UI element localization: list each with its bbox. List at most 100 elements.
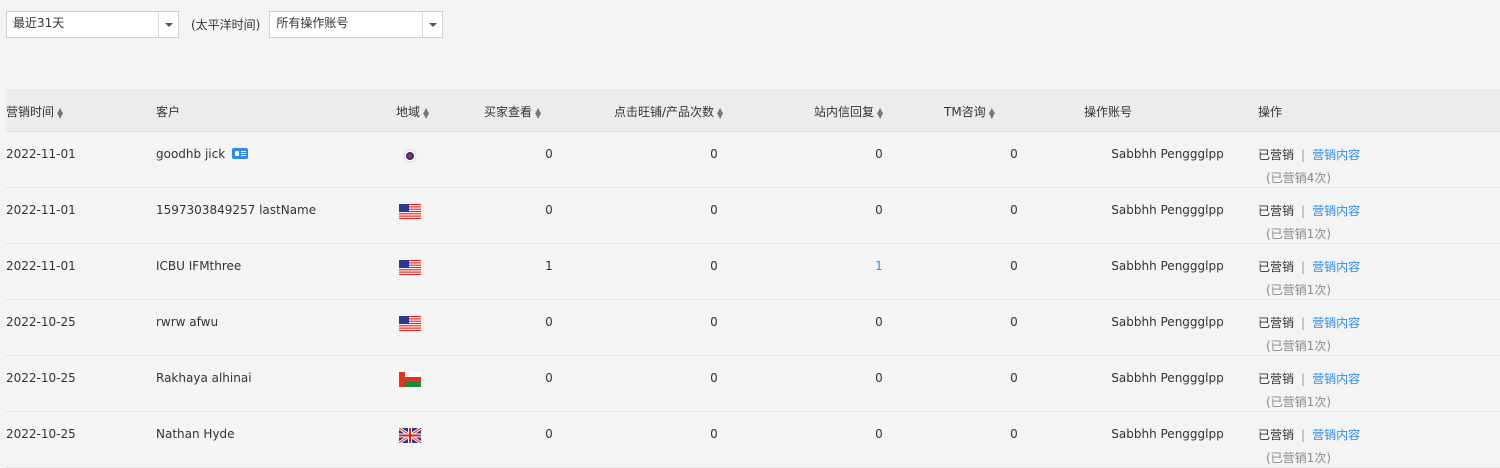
- table-row: 2022-11-01 1597303849257 lastName 0 0 0 …: [6, 187, 1500, 244]
- customer-name[interactable]: ICBU IFMthree: [156, 259, 241, 273]
- marketing-content-link[interactable]: 营销内容: [1312, 204, 1360, 218]
- col-header-customer: 客户: [156, 90, 396, 132]
- uk-flag-icon: [398, 426, 422, 445]
- status-label: 已营销: [1258, 372, 1295, 386]
- customer-name[interactable]: Rakhaya alhinai: [156, 371, 252, 385]
- replies-cell: 0: [875, 315, 883, 329]
- status-label: 已营销: [1258, 316, 1295, 330]
- account-cell: Sabbhh Penggglpp: [1111, 427, 1224, 441]
- marketing-table: 营销时间 ▲ ▼ 客户 地域 ▲ ▼ 买家查看 ▲ ▼ 点击旺铺/产品次数 ▲ ▼ 站内信回复 ▲…: [6, 90, 1500, 468]
- marketing-count: (已营销1次): [1266, 451, 1331, 465]
- date-range-select[interactable]: 最近31天: [6, 11, 179, 38]
- clicks-cell: 0: [710, 315, 718, 329]
- customer-name[interactable]: goodhb jick: [156, 147, 225, 161]
- col-header-replies[interactable]: 站内信回复 ▲ ▼: [814, 90, 944, 132]
- col-header-tm[interactable]: TM咨询 ▲ ▼: [944, 90, 1084, 132]
- tm-cell: 0: [1010, 315, 1018, 329]
- taiwan-flag-icon: [399, 148, 421, 163]
- separator: |: [1301, 428, 1306, 442]
- table-row: 2022-10-25 Rakhaya alhinai 0 0 0 0 Sabbh…: [6, 355, 1500, 412]
- marketing-content-link[interactable]: 营销内容: [1312, 260, 1360, 274]
- chevron-down-icon[interactable]: [422, 12, 442, 37]
- marketing-count: (已营销4次): [1266, 171, 1331, 185]
- separator: |: [1301, 260, 1306, 274]
- usa-flag-icon: [399, 204, 421, 219]
- col-header-clicks[interactable]: 点击旺铺/产品次数 ▲ ▼: [614, 90, 814, 132]
- customer-name[interactable]: rwrw afwu: [156, 315, 218, 329]
- replies-cell: 0: [875, 427, 883, 441]
- usa-flag-icon: [399, 316, 421, 331]
- separator: |: [1301, 316, 1306, 330]
- marketing-content-link[interactable]: 营销内容: [1312, 428, 1360, 442]
- marketing-count: (已营销1次): [1266, 395, 1331, 409]
- business-card-icon[interactable]: [232, 148, 249, 159]
- buyer-views-cell: 0: [545, 315, 553, 329]
- separator: |: [1301, 148, 1306, 162]
- marketing-count: (已营销1次): [1266, 339, 1331, 353]
- sort-icon[interactable]: ▲ ▼: [989, 107, 995, 120]
- clicks-cell: 0: [710, 427, 718, 441]
- col-header-time[interactable]: 营销时间 ▲ ▼: [6, 90, 156, 132]
- sort-icon[interactable]: ▲ ▼: [423, 107, 429, 120]
- marketing-count: (已营销1次): [1266, 283, 1331, 297]
- col-header-account: 操作账号: [1084, 90, 1251, 132]
- status-label: 已营销: [1258, 204, 1295, 218]
- clicks-cell: 0: [710, 259, 718, 273]
- replies-cell: 0: [875, 371, 883, 385]
- status-label: 已营销: [1258, 260, 1295, 274]
- filter-bar: 最近31天 (太平洋时间) 所有操作账号: [6, 11, 444, 38]
- account-cell: Sabbhh Penggglpp: [1111, 371, 1224, 385]
- time-cell: 2022-10-25: [6, 371, 76, 385]
- usa-flag-icon: [399, 260, 421, 275]
- time-cell: 2022-11-01: [6, 259, 76, 273]
- customer-name[interactable]: 1597303849257 lastName: [156, 203, 316, 217]
- tm-cell: 0: [1010, 203, 1018, 217]
- timezone-label: (太平洋时间): [191, 18, 261, 32]
- separator: |: [1301, 204, 1306, 218]
- chevron-down-icon[interactable]: [158, 12, 178, 37]
- tm-cell: 0: [1010, 259, 1018, 273]
- buyer-views-cell: 0: [545, 371, 553, 385]
- time-cell: 2022-10-25: [6, 315, 76, 329]
- tm-cell: 0: [1010, 371, 1018, 385]
- clicks-cell: 0: [710, 203, 718, 217]
- marketing-content-link[interactable]: 营销内容: [1312, 316, 1360, 330]
- account-select[interactable]: 所有操作账号: [269, 11, 444, 38]
- status-label: 已营销: [1258, 148, 1295, 162]
- time-cell: 2022-10-25: [6, 427, 76, 441]
- table-header-row: 营销时间 ▲ ▼ 客户 地域 ▲ ▼ 买家查看 ▲ ▼ 点击旺铺/产品次数 ▲ ▼ 站内信回复 ▲…: [6, 90, 1500, 132]
- tm-cell: 0: [1010, 427, 1018, 441]
- buyer-views-cell: 0: [545, 147, 553, 161]
- status-label: 已营销: [1258, 428, 1295, 442]
- oman-flag-icon: [399, 372, 421, 387]
- table-row: 2022-11-01 goodhb jick 0 0 0 0 Sabbhh Pe…: [6, 131, 1500, 188]
- sort-icon[interactable]: ▲ ▼: [717, 107, 723, 120]
- sort-icon[interactable]: ▲ ▼: [535, 107, 541, 120]
- sort-icon[interactable]: ▲ ▼: [57, 107, 63, 120]
- replies-cell[interactable]: 1: [814, 244, 944, 273]
- clicks-cell: 0: [710, 371, 718, 385]
- account-value: 所有操作账号: [276, 16, 349, 30]
- account-cell: Sabbhh Penggglpp: [1111, 315, 1224, 329]
- col-header-action: 操作: [1251, 90, 1500, 132]
- buyer-views-cell: 0: [545, 427, 553, 441]
- col-header-region[interactable]: 地域 ▲ ▼: [396, 90, 484, 132]
- replies-cell: 0: [875, 203, 883, 217]
- account-cell: Sabbhh Penggglpp: [1111, 203, 1224, 217]
- buyer-views-cell: 0: [545, 203, 553, 217]
- date-range-value: 最近31天: [13, 16, 65, 30]
- marketing-content-link[interactable]: 营销内容: [1312, 372, 1360, 386]
- account-cell: Sabbhh Pengggl­pp: [1111, 147, 1224, 161]
- sort-icon[interactable]: ▲ ▼: [877, 107, 883, 120]
- time-cell: 2022-11-01: [6, 203, 76, 217]
- time-cell: 2022-11-01: [6, 147, 76, 161]
- replies-cell: 0: [875, 147, 883, 161]
- separator: |: [1301, 372, 1306, 386]
- col-header-buyer-views[interactable]: 买家查看 ▲ ▼: [484, 90, 614, 132]
- table-row: 2022-10-25 Nathan Hyde 0 0 0 0 Sabbhh Pe…: [6, 411, 1500, 468]
- buyer-views-cell: 1: [545, 259, 553, 273]
- customer-name[interactable]: Nathan Hyde: [156, 427, 235, 441]
- clicks-cell: 0: [710, 147, 718, 161]
- marketing-content-link[interactable]: 营销内容: [1312, 148, 1360, 162]
- account-cell: Sabbhh Penggglpp: [1111, 259, 1224, 273]
